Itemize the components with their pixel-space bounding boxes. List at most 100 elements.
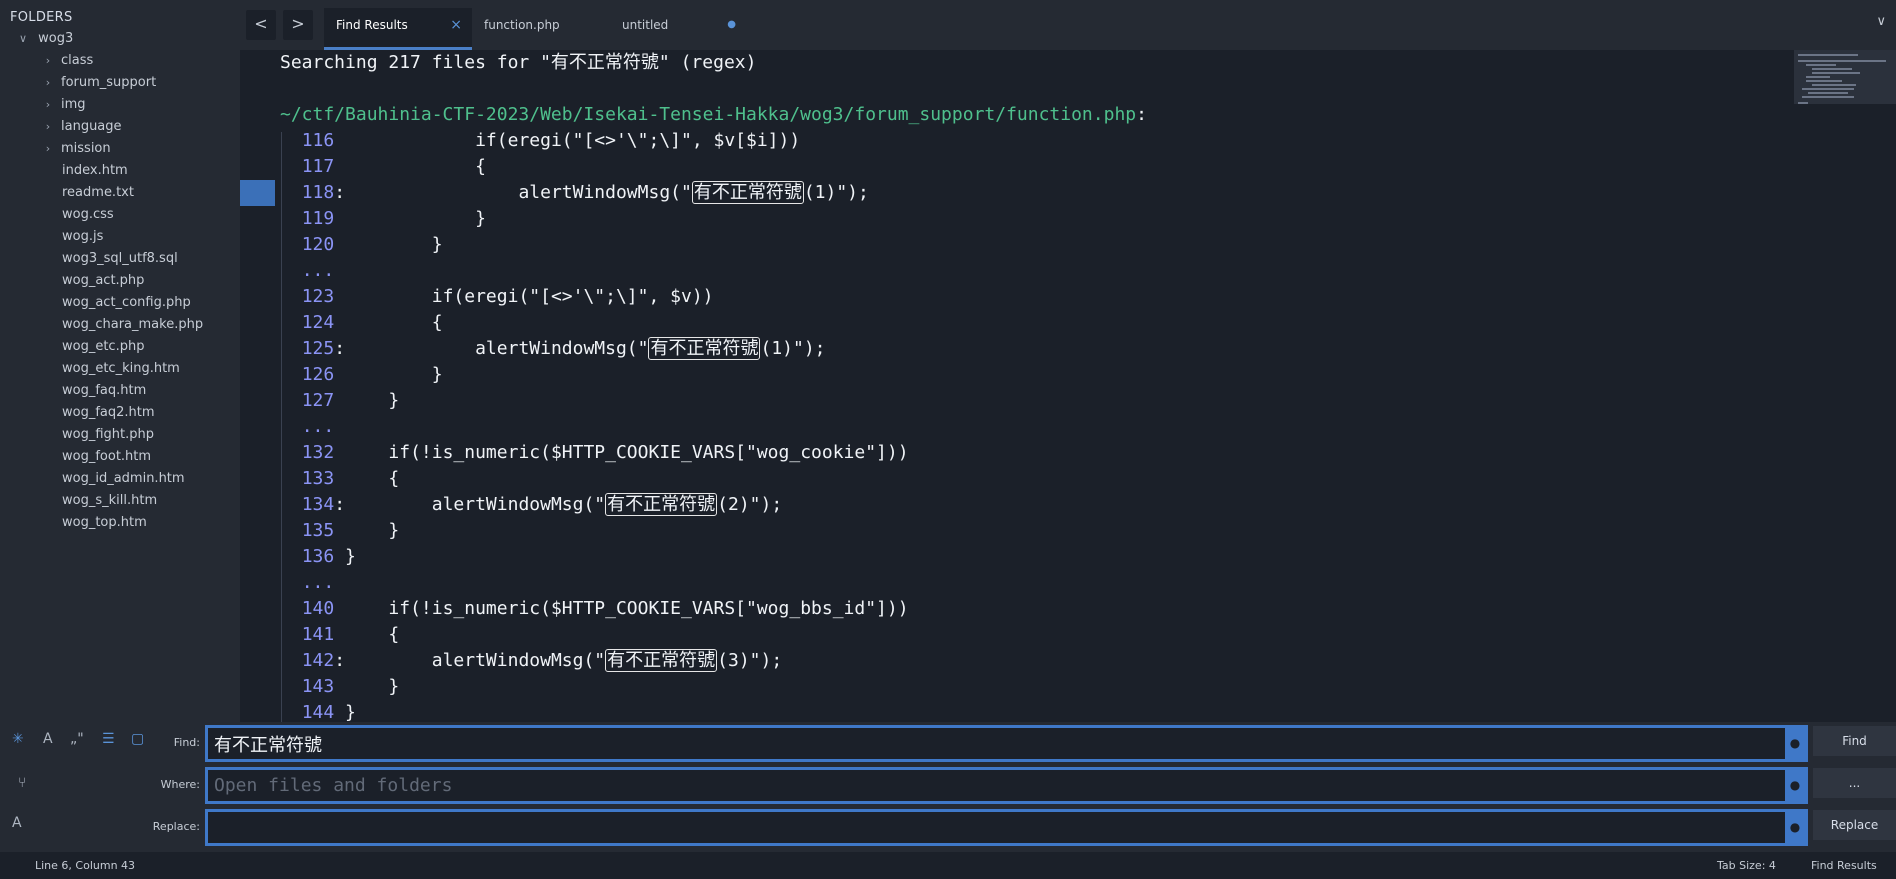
code-line[interactable]: 125: alertWindowMsg(" 有不正常符號 (1)"); <box>280 336 826 362</box>
replace-button[interactable]: Replace <box>1813 810 1896 840</box>
code-line[interactable]: 126 } <box>280 362 443 388</box>
code-line[interactable]: 119 } <box>280 206 486 232</box>
match-separator <box>334 390 345 411</box>
tab-list-menu-icon[interactable]: ∨ <box>1876 14 1886 29</box>
forward-button[interactable]: > <box>283 10 313 40</box>
match-separator <box>334 520 345 541</box>
code-line[interactable]: 134: alertWindowMsg(" 有不正常符號 (2)"); <box>280 492 782 518</box>
code-line[interactable]: 123 if(eregi("[<>'\";\]", $v)) <box>280 284 714 310</box>
folder-item[interactable]: › language <box>41 116 122 138</box>
close-icon[interactable]: × <box>450 8 462 42</box>
where-input[interactable] <box>208 770 1805 801</box>
match-separator <box>334 286 345 307</box>
code-line[interactable]: 142: alertWindowMsg(" 有不正常符號 (3)"); <box>280 648 782 674</box>
back-button[interactable]: < <box>246 10 276 40</box>
line-number: 126 <box>301 364 335 385</box>
replace-field[interactable]: ● <box>205 809 1808 846</box>
code-text: if(!is_numeric($HTTP_COOKIE_VARS["wog_co… <box>345 442 909 463</box>
file-item[interactable]: wog_chara_make.php <box>62 314 203 336</box>
line-number: 144 <box>301 702 335 722</box>
code-line[interactable]: ... <box>280 414 335 440</box>
file-item[interactable]: wog.js <box>62 226 103 248</box>
file-item[interactable]: wog_act_config.php <box>62 292 191 314</box>
find-field[interactable]: ● <box>205 725 1808 762</box>
code-line[interactable]: 141 { <box>280 622 400 648</box>
preserve-case-toggle-icon[interactable]: A <box>12 815 22 831</box>
tab-find-results[interactable]: Find Results × <box>324 8 472 50</box>
replace-history-icon[interactable]: ● <box>1785 812 1805 843</box>
where-history-icon[interactable]: ● <box>1785 770 1805 801</box>
folder-label: img <box>61 97 86 112</box>
file-item[interactable]: wog_id_admin.htm <box>62 468 185 490</box>
file-item[interactable]: wog_faq.htm <box>62 380 146 402</box>
find-input[interactable] <box>208 728 1805 759</box>
code-line[interactable]: 116 if(eregi("[<>'\";\]", $v[$i])) <box>280 128 801 154</box>
replace-input[interactable] <box>208 812 1805 843</box>
folder-item[interactable]: › mission <box>41 138 111 160</box>
code-line[interactable]: 143 } <box>280 674 400 700</box>
minimap[interactable] <box>1794 50 1896 722</box>
code-text: { <box>345 624 400 645</box>
folder-item[interactable]: › img <box>41 94 86 116</box>
result-file-path[interactable]: ~/ctf/Bauhinia-CTF-2023/Web/Isekai-Tense… <box>280 102 1147 128</box>
file-item[interactable]: wog3_sql_utf8.sql <box>62 248 178 270</box>
match-separator <box>334 676 345 697</box>
code-text: } <box>345 390 400 411</box>
in-selection-toggle-icon[interactable]: ☰ <box>102 731 115 747</box>
file-item[interactable]: wog_s_kill.htm <box>62 490 157 512</box>
file-item[interactable]: readme.txt <box>62 182 134 204</box>
tab-untitled[interactable]: untitled ● <box>610 8 748 50</box>
code-line[interactable]: 135 } <box>280 518 400 544</box>
match-separator: : <box>334 182 346 203</box>
file-item[interactable]: wog_etc.php <box>62 336 144 358</box>
find-results-editor[interactable]: Searching 217 files for "有不正常符號" (regex)… <box>240 50 1794 722</box>
code-line[interactable]: 124 { <box>280 310 443 336</box>
find-history-icon[interactable]: ● <box>1785 728 1805 759</box>
file-item[interactable]: index.htm <box>62 160 128 182</box>
code-line[interactable]: 127 } <box>280 388 400 414</box>
folder-item[interactable]: › class <box>41 50 93 72</box>
line-number: 133 <box>301 468 335 489</box>
tab-function-php[interactable]: function.php <box>472 8 610 50</box>
line-number: 141 <box>301 624 335 645</box>
case-sensitive-toggle-icon[interactable]: A <box>43 731 53 747</box>
search-summary: Searching 217 files for "有不正常符號" (regex) <box>280 52 757 73</box>
folder-root[interactable]: ∨ wog3 <box>16 28 73 50</box>
file-item[interactable]: wog_fight.php <box>62 424 154 446</box>
line-number: 142 <box>301 650 335 671</box>
branch-icon[interactable]: ⑂ <box>18 775 26 791</box>
code-line[interactable]: ... <box>280 570 335 596</box>
code-line[interactable]: ... <box>280 258 335 284</box>
code-line[interactable]: 117 { <box>280 154 486 180</box>
cursor-position[interactable]: Line 6, Column 43 <box>35 859 135 872</box>
code-line[interactable]: 118: alertWindowMsg(" 有不正常符號 (1)"); <box>280 180 869 206</box>
line-number: 117 <box>301 156 335 177</box>
where-field[interactable]: ● <box>205 767 1808 804</box>
code-line[interactable]: 132 if(!is_numeric($HTTP_COOKIE_VARS["wo… <box>280 440 909 466</box>
code-line[interactable]: 144 } <box>280 700 356 722</box>
match-separator <box>334 598 345 619</box>
file-item[interactable]: wog_foot.htm <box>62 446 151 468</box>
file-item[interactable]: wog.css <box>62 204 114 226</box>
file-item[interactable]: wog_faq2.htm <box>62 402 155 424</box>
folder-item[interactable]: › forum_support <box>41 72 156 94</box>
where-options-button[interactable]: ... <box>1813 768 1896 798</box>
file-item[interactable]: wog_etc_king.htm <box>62 358 180 380</box>
regex-toggle-icon[interactable]: ✳ <box>12 731 24 747</box>
code-line[interactable]: 120 } <box>280 232 443 258</box>
code-line[interactable]: 136 } <box>280 544 356 570</box>
code-line[interactable]: 140 if(!is_numeric($HTTP_COOKIE_VARS["wo… <box>280 596 909 622</box>
code-text: alertWindowMsg(" <box>345 338 649 359</box>
code-line[interactable]: 133 { <box>280 466 400 492</box>
code-text: (1)"); <box>803 182 869 203</box>
whole-word-toggle-icon[interactable]: „" <box>70 731 84 747</box>
tab-size[interactable]: Tab Size: 4 <box>1717 859 1776 872</box>
folder-label: forum_support <box>61 75 157 90</box>
chevron-right-icon: › <box>45 120 51 133</box>
file-item[interactable]: wog_act.php <box>62 270 144 292</box>
find-button[interactable]: Find <box>1813 726 1896 756</box>
code-text: } <box>345 676 400 697</box>
code-text: { <box>345 312 443 333</box>
file-item[interactable]: wog_top.htm <box>62 512 147 534</box>
syntax-mode[interactable]: Find Results <box>1811 859 1877 872</box>
